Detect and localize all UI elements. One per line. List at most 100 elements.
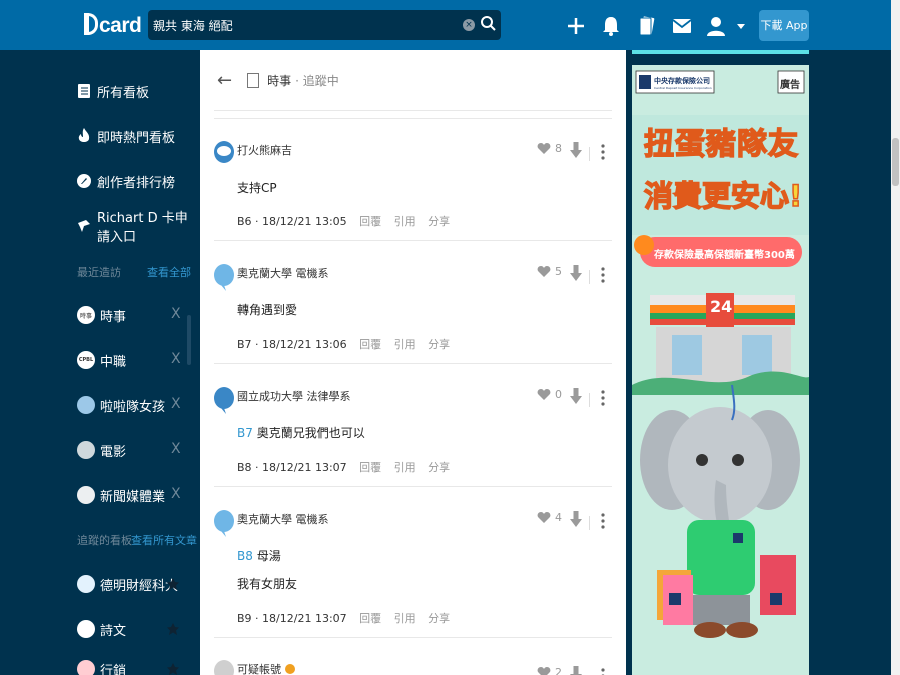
remove-recent-icon[interactable]: X <box>171 351 181 367</box>
plus-icon[interactable] <box>565 15 587 37</box>
ad-headline-2: 消費更安心! <box>643 178 803 214</box>
reply-button[interactable]: 回覆 <box>359 461 381 474</box>
quote-button[interactable]: 引用 <box>394 612 416 625</box>
heart-icon[interactable] <box>537 142 551 155</box>
reply-button[interactable]: 回覆 <box>359 612 381 625</box>
sidebar-item-recent-news-media[interactable]: 新聞媒體業 <box>77 483 165 507</box>
dcard-logo[interactable]: card <box>84 13 142 38</box>
quote-button[interactable]: 引用 <box>394 461 416 474</box>
dcard-promo-icon <box>77 218 91 234</box>
sidebar-item-recent-movies[interactable]: 電影 <box>77 438 126 462</box>
user-icon[interactable] <box>705 15 727 37</box>
remove-recent-icon[interactable]: X <box>171 441 181 457</box>
chevron-down-icon[interactable] <box>735 15 747 37</box>
view-all-followed-link[interactable]: 查看所有文章 <box>131 532 197 548</box>
heart-icon[interactable] <box>537 511 551 524</box>
user-avatar-icon <box>214 660 234 675</box>
quote-button[interactable]: 引用 <box>394 215 416 228</box>
like-control[interactable]: 2 <box>537 666 570 675</box>
heart-icon[interactable] <box>537 388 551 401</box>
board-avatar <box>77 486 95 504</box>
remove-recent-icon[interactable]: X <box>171 486 181 502</box>
star-icon[interactable] <box>166 622 180 636</box>
downvote-icon[interactable] <box>570 265 582 283</box>
list-icon <box>77 83 91 99</box>
share-button[interactable]: 分享 <box>428 461 450 474</box>
reply-button[interactable]: 回覆 <box>359 215 381 228</box>
comment-floor: B7 <box>237 338 252 351</box>
search-input[interactable] <box>148 10 458 40</box>
heart-icon[interactable] <box>537 666 551 675</box>
page-scrollbar-thumb[interactable] <box>892 138 899 186</box>
star-icon[interactable] <box>166 577 180 591</box>
bell-icon[interactable] <box>600 15 622 37</box>
share-button[interactable]: 分享 <box>428 215 450 228</box>
sidebar-item-label: 詩文 <box>100 623 127 639</box>
ad-badge: 廣告 <box>780 80 800 91</box>
downvote-icon[interactable] <box>570 388 582 406</box>
reply-button[interactable]: 回覆 <box>359 338 381 351</box>
sidebar-item-recent-cheerleaders[interactable]: 啦啦隊女孩 <box>77 393 165 417</box>
post-comments-panel: ← 時事 · 追蹤中 打火熊麻吉 支持CP B6 · 18/12/21 13:0… <box>200 50 626 675</box>
heart-icon[interactable] <box>537 265 551 278</box>
more-options-icon[interactable] <box>601 266 605 284</box>
comment-item: 打火熊麻吉 支持CP B6 · 18/12/21 13:05 回覆 引用 分享 … <box>214 138 612 238</box>
comment-author[interactable]: 奧克蘭大學 電機系 <box>237 265 329 281</box>
more-options-icon[interactable] <box>601 143 605 161</box>
advertisement[interactable]: 中央存款保險公司 Central Deposit Insurance Corpo… <box>632 65 809 675</box>
clear-search-icon[interactable]: × <box>463 19 475 31</box>
sidebar-item-recent-cpbl[interactable]: CPBL 中職 <box>77 348 126 372</box>
sidebar-item-followed-marketing[interactable]: 行銷 <box>77 657 126 675</box>
ad-sponsor-name: 中央存款保險公司 <box>654 77 710 85</box>
board-avatar <box>77 620 95 638</box>
downvote-icon[interactable] <box>570 511 582 529</box>
downvote-icon[interactable] <box>570 666 582 675</box>
search-icon[interactable] <box>479 13 497 35</box>
like-control[interactable]: 4 <box>537 511 570 524</box>
sidebar-item-label: 即時熱門看板 <box>97 130 176 146</box>
top-bar: card × 下載 App <box>0 0 891 50</box>
board-name[interactable]: 時事 <box>267 72 291 89</box>
floor-reference-link[interactable]: B8 <box>237 549 253 563</box>
floor-reference-link[interactable]: B7 <box>237 426 253 440</box>
comment-text: B8 母湯 <box>237 549 281 563</box>
like-control[interactable]: 8 <box>537 142 570 155</box>
comment-text: B7 奧克蘭兄我們也可以 <box>237 426 365 440</box>
sidebar-scrollbar[interactable] <box>187 315 191 365</box>
download-app-button[interactable]: 下載 App <box>759 10 809 41</box>
like-control[interactable]: 5 <box>537 265 570 278</box>
sidebar-item-creator-ranking[interactable]: 創作者排行榜 <box>77 169 175 193</box>
sidebar-item-recent-current-events[interactable]: 時事 時事 <box>77 303 126 327</box>
mail-icon[interactable] <box>671 15 693 37</box>
comment-author[interactable]: 打火熊麻吉 <box>237 142 292 158</box>
view-all-recent-link[interactable]: 查看全部 <box>147 264 191 280</box>
back-arrow-icon[interactable]: ← <box>217 70 232 91</box>
quote-button[interactable]: 引用 <box>394 338 416 351</box>
sidebar-item-hot-boards[interactable]: 即時熱門看板 <box>77 124 175 148</box>
remove-recent-icon[interactable]: X <box>171 396 181 412</box>
comment-author[interactable]: 奧克蘭大學 電機系 <box>237 511 329 527</box>
more-options-icon[interactable] <box>601 389 605 407</box>
cards-icon[interactable] <box>636 15 658 37</box>
ad-store-sign: 24 <box>710 297 733 316</box>
star-icon[interactable] <box>166 662 180 675</box>
sidebar-item-followed-poetry[interactable]: 詩文 <box>77 617 126 641</box>
more-options-icon[interactable] <box>601 667 605 675</box>
share-button[interactable]: 分享 <box>428 338 450 351</box>
comment-author[interactable]: 國立成功大學 法律學系 <box>237 388 351 404</box>
like-control[interactable]: 0 <box>537 388 570 401</box>
sidebar-item-followed-takming[interactable]: 德明財經科大 <box>77 572 178 596</box>
more-options-icon[interactable] <box>601 512 605 530</box>
rocket-icon <box>77 173 91 189</box>
page-scrollbar[interactable] <box>891 0 900 675</box>
follow-status: · 追蹤中 <box>295 74 339 88</box>
share-button[interactable]: 分享 <box>428 612 450 625</box>
sidebar-item-label: 啦啦隊女孩 <box>100 399 166 415</box>
comment-author[interactable]: 可疑帳號 <box>237 661 295 675</box>
divider <box>589 516 590 530</box>
remove-recent-icon[interactable]: X <box>171 306 181 322</box>
comment-meta: B7 · 18/12/21 13:06 回覆 引用 分享 <box>237 338 451 351</box>
sidebar-item-richart-d-card[interactable]: Richart D 卡申請入口 <box>77 211 200 245</box>
sidebar-item-all-boards[interactable]: 所有看板 <box>77 79 149 103</box>
downvote-icon[interactable] <box>570 142 582 160</box>
